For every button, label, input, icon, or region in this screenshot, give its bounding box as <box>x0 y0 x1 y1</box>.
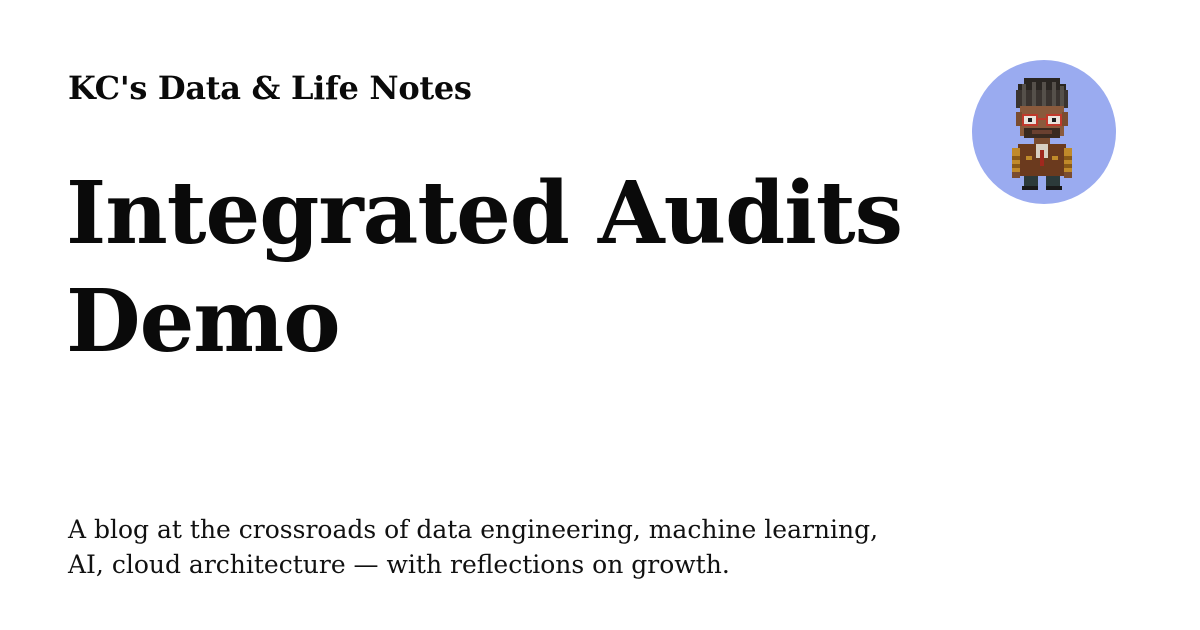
pixel-art-character-avatar-icon <box>1012 78 1072 190</box>
post-title: Integrated Audits Demo <box>66 163 903 372</box>
site-name: KC's Data & Life Notes <box>68 69 472 107</box>
avatar <box>972 60 1116 204</box>
site-description: A blog at the crossroads of data enginee… <box>68 515 879 579</box>
